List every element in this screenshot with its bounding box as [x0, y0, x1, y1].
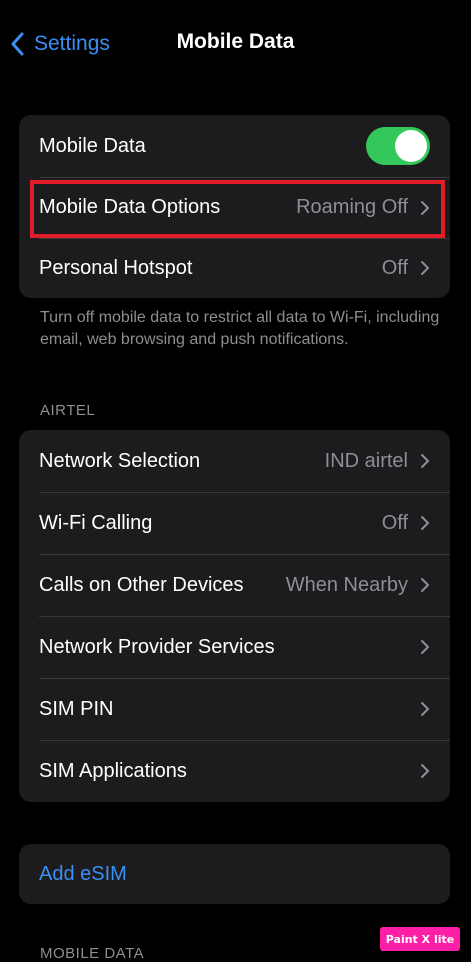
mobile-data-toggle[interactable] [366, 127, 430, 165]
network-provider-services-label: Network Provider Services [39, 635, 275, 658]
mobile-data-footnote: Turn off mobile data to restrict all dat… [40, 309, 440, 348]
chevron-right-icon [421, 516, 429, 530]
mobile-data-label: Mobile Data [39, 134, 146, 157]
personal-hotspot-label: Personal Hotspot [39, 256, 193, 279]
chevron-right-icon [421, 261, 429, 275]
mobile-data-options-row[interactable]: Mobile Data Options Roaming Off [19, 177, 450, 238]
chevron-right-icon [421, 578, 429, 592]
chevron-right-icon [421, 702, 429, 716]
section-header-airtel: AIRTEL [40, 402, 96, 419]
wifi-calling-value: Off [381, 511, 408, 534]
calls-other-devices-row[interactable]: Calls on Other Devices When Nearby [19, 554, 450, 616]
section-header-mobile-data: MOBILE DATA [40, 945, 145, 962]
sim-applications-label: SIM Applications [39, 759, 187, 782]
chevron-right-icon [421, 454, 429, 468]
personal-hotspot-value: Off [381, 256, 408, 279]
page-title: Mobile Data [176, 30, 295, 53]
mobile-data-options-label: Mobile Data Options [39, 196, 221, 218]
network-selection-row[interactable]: Network Selection IND airtel [19, 430, 450, 492]
sim-applications-row[interactable]: SIM Applications [19, 740, 450, 802]
chevron-right-icon [421, 640, 429, 654]
add-esim-row[interactable]: Add eSIM [19, 844, 450, 904]
add-esim-link: Add eSIM [39, 862, 127, 885]
calls-other-devices-label: Calls on Other Devices [39, 573, 244, 596]
network-selection-label: Network Selection [39, 449, 201, 472]
mobile-data-group: Mobile Data Mobile Data Options Roaming … [19, 115, 450, 298]
wifi-calling-row[interactable]: Wi-Fi Calling Off [19, 492, 450, 554]
mobile-data-row: Mobile Data [19, 115, 450, 177]
wifi-calling-label: Wi-Fi Calling [39, 511, 153, 534]
mobile-data-options-value: Roaming Off [296, 196, 408, 218]
sim-pin-row[interactable]: SIM PIN [19, 678, 450, 740]
toggle-knob [395, 130, 427, 162]
carrier-group: Network Selection IND airtel Wi-Fi Calli… [19, 430, 450, 802]
calls-other-devices-value: When Nearby [285, 573, 408, 596]
sim-pin-label: SIM PIN [39, 697, 114, 720]
chevron-right-icon [421, 200, 429, 215]
watermark-badge: Paint X lite [380, 927, 460, 951]
network-provider-services-row[interactable]: Network Provider Services [19, 616, 450, 678]
network-selection-value: IND airtel [324, 449, 408, 472]
chevron-right-icon [421, 764, 429, 778]
personal-hotspot-row[interactable]: Personal Hotspot Off [19, 238, 450, 298]
esim-group: Add eSIM [19, 844, 450, 904]
navigation-bar: Settings Mobile Data [0, 0, 471, 88]
